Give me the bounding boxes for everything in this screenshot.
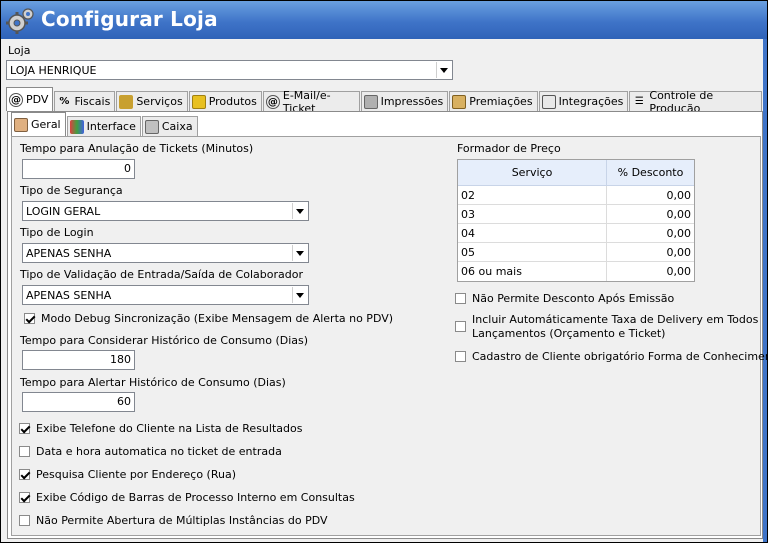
history-alert-label: Tempo para Alertar Histórico de Consumo … <box>20 376 286 389</box>
validation-label: Tipo de Validação de Entrada/Saída de Co… <box>20 268 303 281</box>
interface-icon <box>69 119 84 134</box>
table-cell[interactable]: 0,00 <box>607 262 694 281</box>
column-header-desconto[interactable]: % Desconto <box>607 160 694 185</box>
login-select[interactable]: APENAS SENHA <box>22 243 309 263</box>
store-select[interactable]: LOJA HENRIQUE <box>6 60 453 80</box>
history-consider-label: Tempo para Considerar Histórico de Consu… <box>20 334 309 347</box>
table-cell[interactable]: 0,00 <box>607 205 694 223</box>
tab-integracoes[interactable]: Integrações <box>538 91 629 111</box>
award-icon <box>452 94 467 109</box>
tab-geral[interactable]: Geral <box>11 112 66 136</box>
check-delivery-fee[interactable] <box>455 321 466 332</box>
column-header-servico[interactable]: Serviço <box>458 160 607 185</box>
check-show-phone[interactable] <box>19 423 30 434</box>
chevron-down-icon[interactable] <box>436 62 451 78</box>
check-show-barcode-label: Exibe Código de Barras de Processo Inter… <box>36 491 355 504</box>
hand-icon <box>14 117 28 132</box>
check-show-barcode[interactable] <box>19 492 30 503</box>
table-row[interactable]: 02 0,00 <box>458 186 694 205</box>
tab-email[interactable]: @ E-Mail/e-Ticket <box>262 89 360 115</box>
table-cell[interactable]: 04 <box>458 224 607 242</box>
percent-icon: % <box>59 95 70 107</box>
tab-fiscais[interactable]: % Fiscais <box>54 91 116 111</box>
check-search-address[interactable] <box>19 469 30 480</box>
table-row[interactable]: 03 0,00 <box>458 205 694 224</box>
validation-select[interactable]: APENAS SENHA <box>22 285 309 305</box>
sub-tabbar: Geral Interface Caixa <box>11 112 199 136</box>
table-row[interactable]: 05 0,00 <box>458 243 694 262</box>
login-select-value: APENAS SENHA <box>26 246 112 260</box>
tab-servicos[interactable]: Serviços <box>116 91 188 111</box>
tab-impressoes[interactable]: Impressões <box>360 91 449 111</box>
check-auto-datetime-label: Data e hora automatica no ticket de entr… <box>36 445 282 458</box>
validation-select-value: APENAS SENHA <box>26 288 112 302</box>
security-select[interactable]: LOGIN GERAL <box>22 201 309 221</box>
price-former-table: Serviço % Desconto 02 0,00 03 0,00 04 0,… <box>457 159 695 282</box>
at-icon: @ <box>9 92 23 107</box>
table-cell[interactable]: 06 ou mais <box>458 262 607 281</box>
check-no-discount-after-label: Não Permite Desconto Após Emissão <box>472 292 675 305</box>
check-multi-instance[interactable] <box>19 515 30 526</box>
content-area: Loja LOJA HENRIQUE @ PDV % Fiscais Servi… <box>1 39 768 542</box>
debug-label: Modo Debug Sincronização (Exibe Mensagem… <box>41 312 394 325</box>
table-cell[interactable]: 03 <box>458 205 607 223</box>
security-label: Tipo de Segurança <box>20 184 123 197</box>
tab-produtos[interactable]: Produtos <box>188 91 262 111</box>
chevron-down-icon[interactable] <box>292 287 307 303</box>
register-icon <box>144 119 159 134</box>
gear-icon <box>6 8 34 34</box>
login-label: Tipo de Login <box>20 226 94 239</box>
window-title: Configurar Loja <box>41 7 218 31</box>
check-client-required[interactable] <box>455 351 466 362</box>
main-tabbar: @ PDV % Fiscais Serviços Produtos @ E-Ma… <box>6 87 763 115</box>
table-cell[interactable]: 02 <box>458 186 607 204</box>
check-client-required-label: Cadastro de Cliente obrigatório Forma de… <box>472 350 768 363</box>
table-cell[interactable]: 0,00 <box>607 186 694 204</box>
store-select-value: LOJA HENRIQUE <box>10 63 97 77</box>
printer-icon <box>363 94 378 109</box>
security-select-value: LOGIN GERAL <box>26 204 101 218</box>
check-multi-instance-label: Não Permite Abertura de Múltiplas Instân… <box>36 514 328 527</box>
at-icon: @ <box>265 94 280 109</box>
tab-controle-producao[interactable]: ☰ Controle de Produção <box>629 89 762 115</box>
tab-premiacoes[interactable]: Premiações <box>449 91 538 111</box>
service-icon <box>119 94 134 109</box>
box-icon <box>191 94 206 109</box>
check-delivery-fee-label: Incluir Automáticamente Taxa de Delivery… <box>472 313 759 326</box>
table-row[interactable]: 06 ou mais 0,00 <box>458 262 694 281</box>
debug-checkbox[interactable] <box>24 313 35 324</box>
tab-caixa[interactable]: Caixa <box>141 116 198 136</box>
table-cell[interactable]: 0,00 <box>607 224 694 242</box>
check-delivery-fee-label-2: Lançamentos (Orçamento e Ticket) <box>472 327 666 340</box>
tab-pdv[interactable]: @ PDV <box>6 87 54 111</box>
store-label: Loja <box>8 44 31 57</box>
table-cell[interactable]: 05 <box>458 243 607 261</box>
history-consider-input[interactable]: 180 <box>22 350 135 370</box>
check-no-discount-after[interactable] <box>455 293 466 304</box>
price-former-label: Formador de Preço <box>457 142 561 155</box>
list-icon: ☰ <box>634 95 644 107</box>
table-cell[interactable]: 0,00 <box>607 243 694 261</box>
tab-interface[interactable]: Interface <box>66 116 141 136</box>
check-search-address-label: Pesquisa Cliente por Endereço (Rua) <box>36 468 236 481</box>
table-row[interactable]: 04 0,00 <box>458 224 694 243</box>
ticket-cancel-input[interactable]: 0 <box>22 159 135 179</box>
chevron-down-icon[interactable] <box>292 245 307 261</box>
history-alert-input[interactable]: 60 <box>22 392 135 412</box>
ticket-cancel-label: Tempo para Anulação de Tickets (Minutos) <box>20 142 254 155</box>
check-show-phone-label: Exibe Telefone do Cliente na Lista de Re… <box>36 422 303 435</box>
table-header: Serviço % Desconto <box>458 160 694 186</box>
check-auto-datetime[interactable] <box>19 446 30 457</box>
integration-icon <box>541 94 556 109</box>
chevron-down-icon[interactable] <box>292 203 307 219</box>
title-bar: Configurar Loja <box>1 1 767 39</box>
